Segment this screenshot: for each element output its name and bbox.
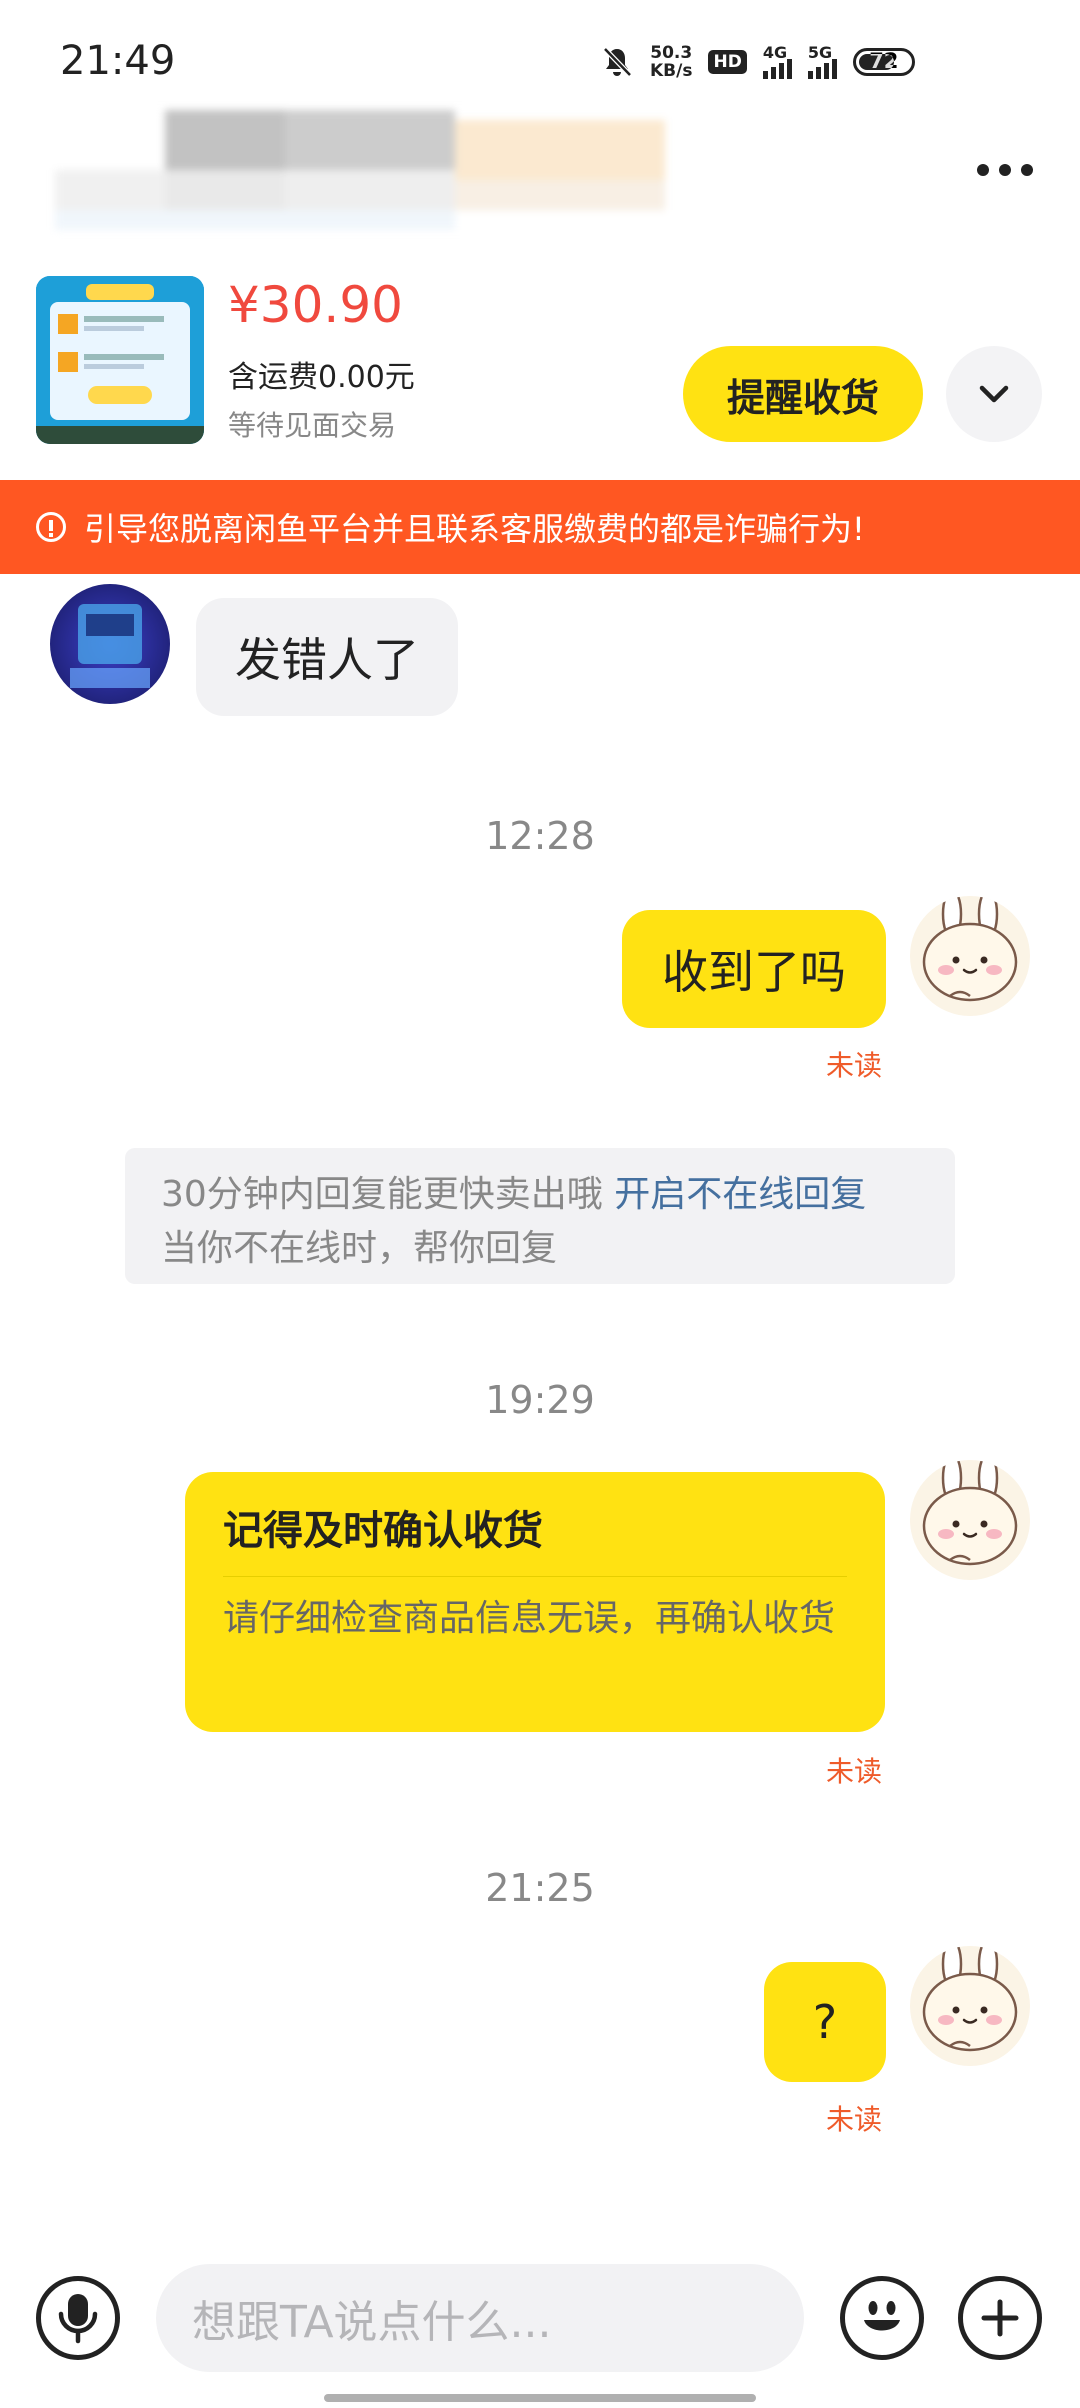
remind-receipt-button[interactable]: 提醒收货 bbox=[683, 346, 923, 442]
contact-name-blurred bbox=[55, 110, 675, 230]
confirm-receipt-card[interactable]: 记得及时确认收货 请仔细检查商品信息无误，再确认收货 bbox=[185, 1472, 885, 1732]
home-indicator[interactable] bbox=[324, 2394, 756, 2402]
user-avatar[interactable] bbox=[910, 1946, 1030, 2066]
auto-reply-tip: 30分钟内回复能更快卖出哦 开启不在线回复 当你不在线时，帮你回复 bbox=[125, 1148, 955, 1284]
message-timestamp: 12:28 bbox=[485, 814, 595, 858]
user-avatar[interactable] bbox=[910, 896, 1030, 1016]
message-timestamp: 21:25 bbox=[485, 1866, 595, 1910]
plus-icon[interactable] bbox=[958, 2276, 1042, 2360]
emoji-icon[interactable] bbox=[840, 2276, 924, 2360]
chevron-down-icon bbox=[979, 385, 1009, 403]
status-icons: 50.3 KB/s HD 4G 5G 72 bbox=[600, 40, 915, 84]
enable-offline-reply-link[interactable]: 开启不在线回复 bbox=[614, 1174, 866, 1215]
alert-circle-icon bbox=[36, 512, 66, 542]
hd-badge: HD bbox=[708, 50, 747, 74]
more-icon[interactable] bbox=[965, 150, 1045, 190]
card-divider bbox=[223, 1576, 847, 1577]
mute-icon bbox=[603, 47, 632, 77]
tip-subtext: 当你不在线时，帮你回复 bbox=[161, 1228, 558, 1269]
status-time: 21:49 bbox=[60, 38, 176, 84]
message-bubble-incoming[interactable]: 发错人了 bbox=[196, 598, 458, 716]
contact-avatar[interactable] bbox=[50, 584, 170, 704]
tip-text: 30分钟内回复能更快卖出哦 bbox=[161, 1174, 603, 1215]
unread-label: 未读 bbox=[826, 2103, 883, 2136]
mic-icon[interactable] bbox=[36, 2276, 120, 2360]
product-thumbnail[interactable] bbox=[36, 276, 204, 444]
warning-text: 引导您脱离闲鱼平台并且联系客服缴费的都是诈骗行为! bbox=[84, 510, 865, 548]
message-timestamp: 19:29 bbox=[485, 1378, 595, 1422]
unread-label: 未读 bbox=[826, 1755, 883, 1788]
shipping-fee: 含运费0.00元 bbox=[228, 360, 415, 395]
user-avatar[interactable] bbox=[910, 1460, 1030, 1580]
signal-4g-icon: 4G bbox=[762, 43, 792, 79]
message-bubble-outgoing[interactable]: 收到了吗 bbox=[622, 910, 886, 1028]
product-price: ¥30.90 bbox=[228, 276, 403, 334]
expand-button[interactable] bbox=[946, 346, 1042, 442]
network-speed: 50.3 KB/s bbox=[650, 43, 693, 81]
message-bubble-outgoing[interactable]: ? bbox=[764, 1962, 886, 2082]
unread-label: 未读 bbox=[826, 1049, 883, 1082]
card-body: 请仔细检查商品信息无误，再确认收货 bbox=[223, 1598, 836, 1639]
card-title: 记得及时确认收货 bbox=[223, 1508, 543, 1554]
signal-5g-icon: 5G bbox=[807, 43, 837, 79]
fraud-warning-banner: 引导您脱离闲鱼平台并且联系客服缴费的都是诈骗行为! bbox=[0, 480, 1080, 574]
message-input[interactable]: 想跟TA说点什么... bbox=[156, 2264, 804, 2372]
battery-icon: 72 bbox=[852, 48, 915, 76]
trade-status: 等待见面交易 bbox=[228, 409, 397, 442]
